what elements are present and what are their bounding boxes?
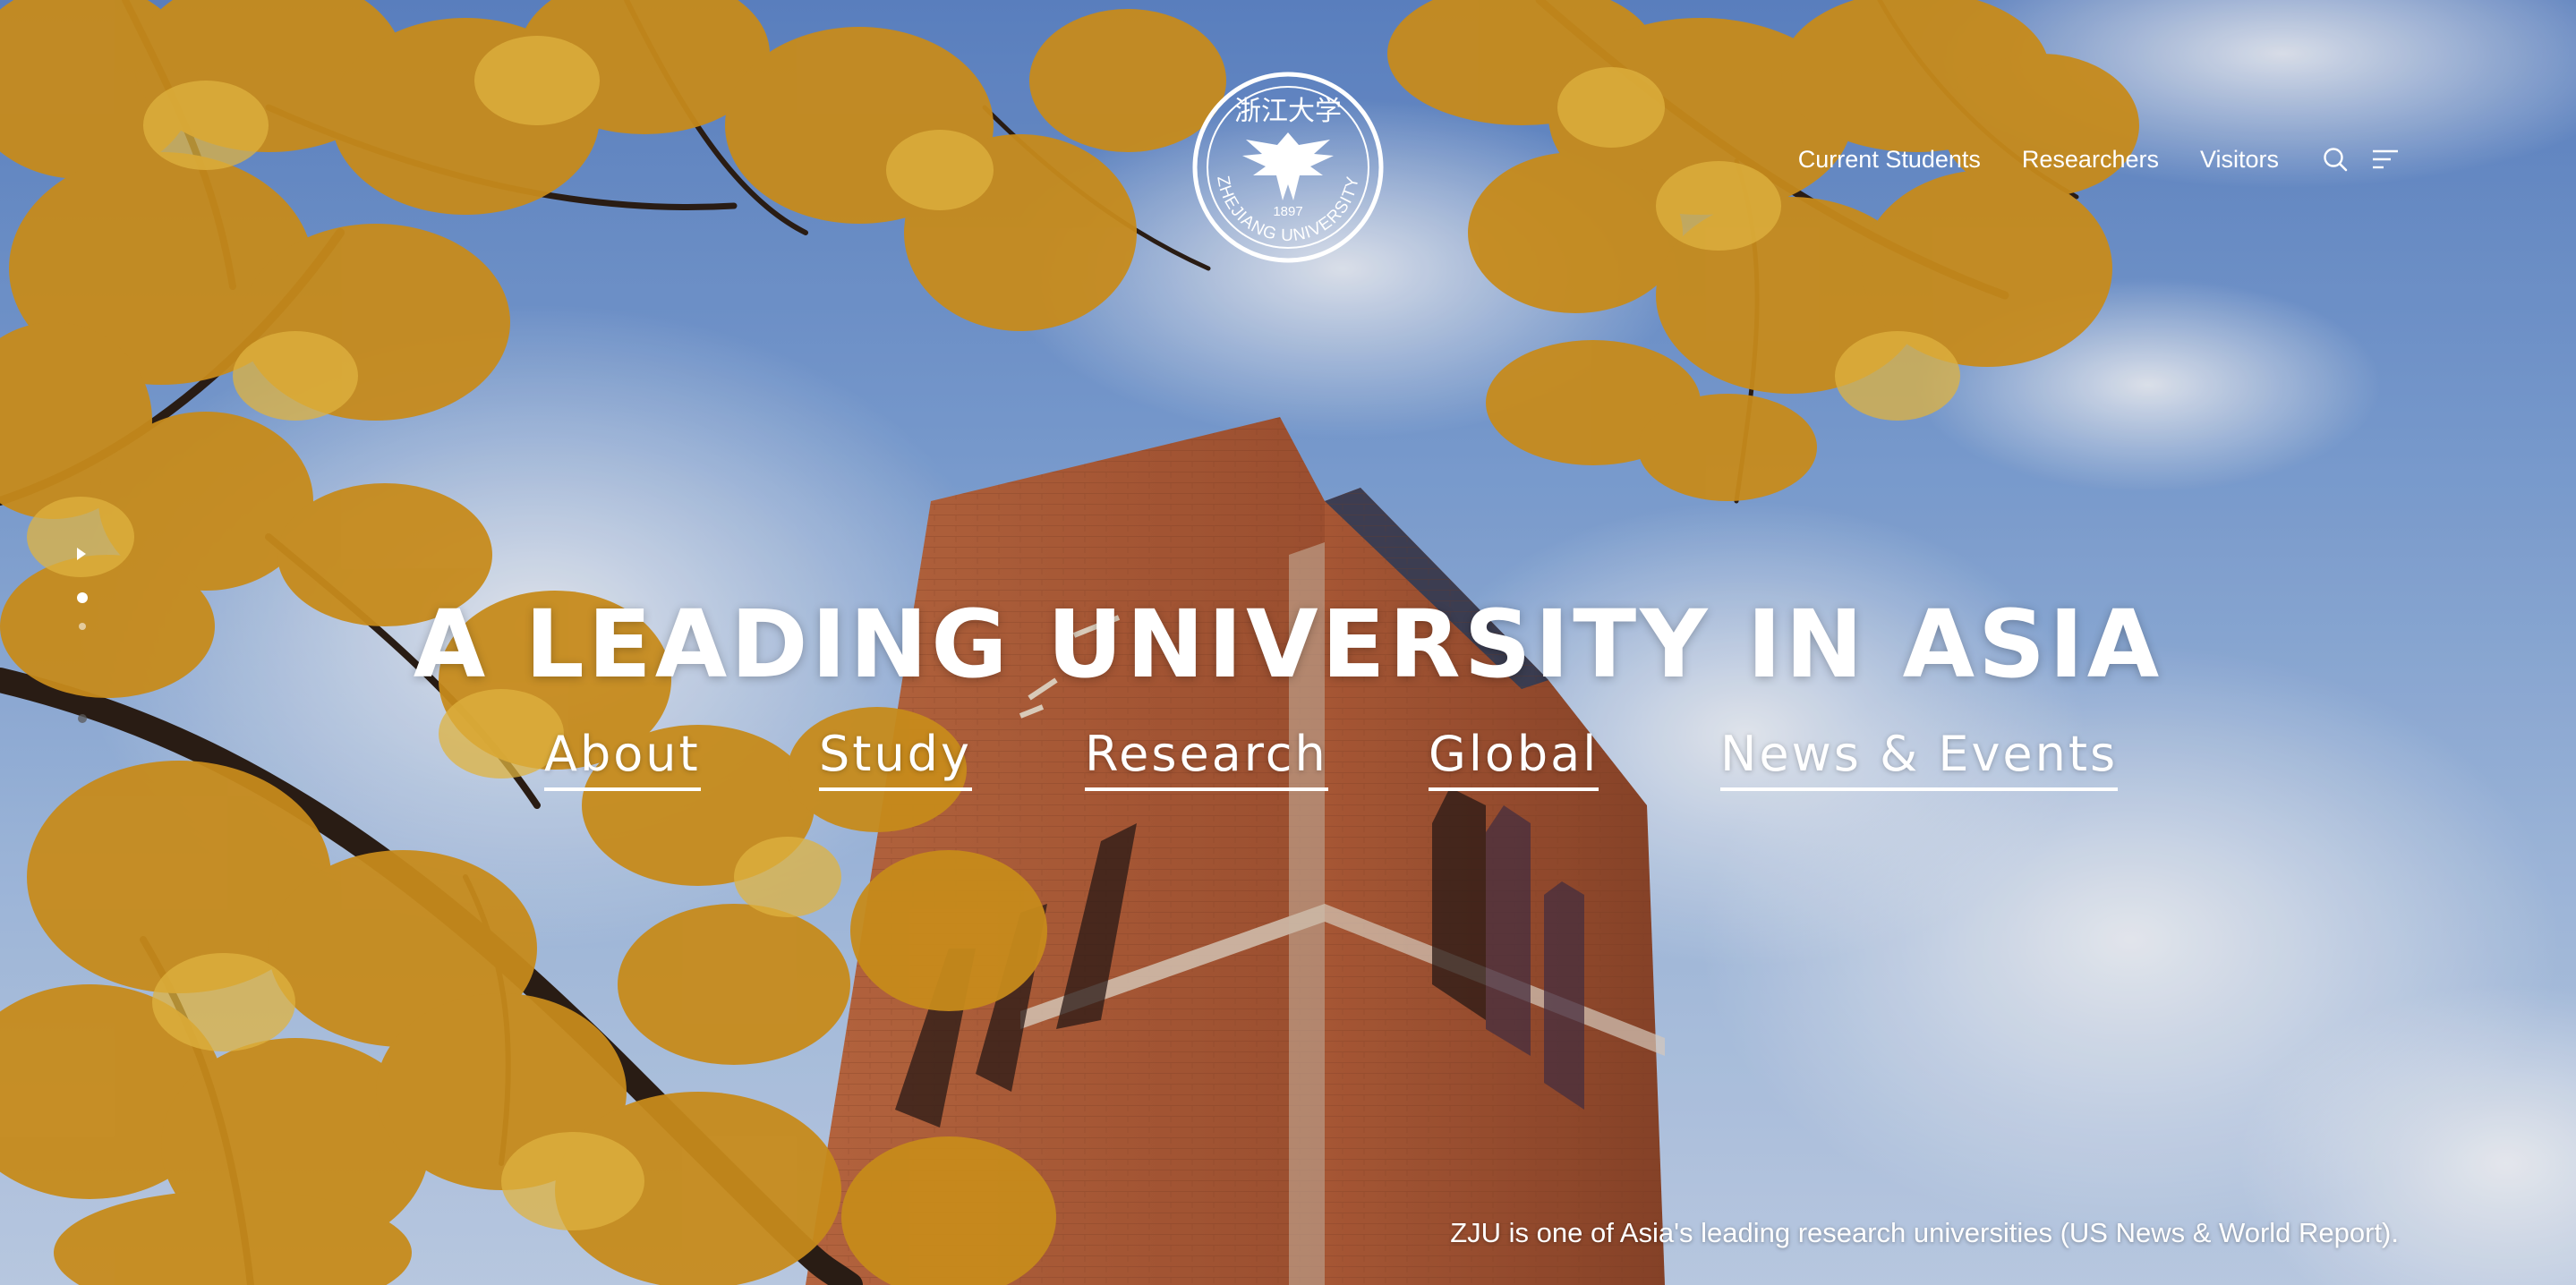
main-nav-global[interactable]: Global <box>1429 723 1599 791</box>
nav-visitors[interactable]: Visitors <box>2200 146 2279 174</box>
eagle-emblem-icon <box>1242 132 1334 200</box>
pager-play-icon[interactable] <box>77 548 86 560</box>
hero-title: A LEADING UNIVERSITY IN ASIA <box>413 589 2163 699</box>
nav-researchers[interactable]: Researchers <box>2022 146 2159 174</box>
logo-year: 1897 <box>1273 204 1302 219</box>
logo-chinese-text: 浙江大学 <box>1234 96 1342 127</box>
main-nav-about[interactable]: About <box>544 723 701 791</box>
main-nav: About Study Research Global News & Event… <box>0 723 2576 795</box>
search-icon[interactable] <box>2320 144 2350 174</box>
main-nav-news-events[interactable]: News & Events <box>1720 723 2119 791</box>
main-nav-research[interactable]: Research <box>1085 723 1328 791</box>
pager-dot[interactable] <box>78 714 87 723</box>
hero-tagline: ZJU is one of Asia's leading research un… <box>1450 1217 2399 1248</box>
top-nav-icons <box>2320 144 2401 174</box>
university-logo[interactable]: 浙江大学 1897 ZHEJIANG UNIVERSITY <box>1190 70 1386 265</box>
top-utility-nav: Current Students Researchers Visitors <box>1798 141 2401 177</box>
main-nav-study[interactable]: Study <box>819 723 972 791</box>
menu-icon[interactable] <box>2370 144 2401 174</box>
nav-current-students[interactable]: Current Students <box>1798 146 1981 174</box>
